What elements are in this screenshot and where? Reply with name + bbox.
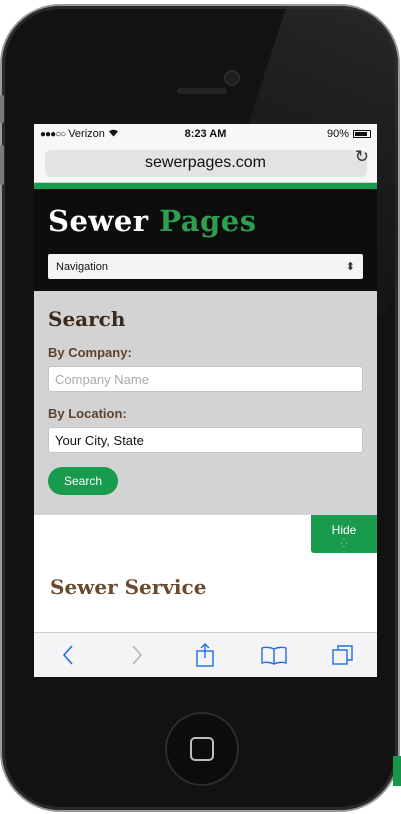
select-arrows-icon: ⬍ [345,261,355,273]
search-panel: Search By Company: Company Name By Locat… [34,291,377,515]
url-field[interactable]: sewerpages.com [44,149,367,177]
earpiece-speaker [177,88,227,94]
battery-info: 90% [327,128,371,140]
share-icon[interactable] [190,640,220,670]
mute-switch [0,95,4,123]
browser-toolbar [34,632,377,677]
battery-percent: 90% [326,128,349,140]
browser-address-bar: sewerpages.com ↻ [34,144,377,183]
bookmarks-icon[interactable] [259,640,289,670]
hide-button[interactable]: Hide ⁛ [311,515,377,553]
status-bar: ●●●○○ Verizon 8:23 AM 90% [34,124,377,144]
site-header: Sewer Pages Navigation ⬍ [34,189,377,291]
reload-icon[interactable]: ↻ [355,147,369,167]
carrier-name: Verizon [68,128,105,140]
home-square-icon [190,737,214,761]
hide-label: Hide [331,523,357,537]
forward-icon[interactable] [122,640,152,670]
company-placeholder: Company Name [55,371,149,387]
battery-icon [353,130,371,138]
url-text: sewerpages.com [145,154,266,171]
signal-dots: ●●●○○ [40,128,66,140]
location-input[interactable]: Your City, State [48,427,363,453]
navigation-select[interactable]: Navigation ⬍ [48,254,363,279]
site-logo[interactable]: Sewer Pages [48,207,363,236]
front-camera [226,72,238,84]
volume-up-button [0,145,4,185]
location-label: By Location: [48,406,127,421]
tabs-icon[interactable] [328,640,358,670]
grip-icon: ⁛ [340,539,348,548]
search-heading: Search [48,307,126,331]
location-value: Your City, State [55,432,144,448]
search-button[interactable]: Search [48,467,119,495]
section-heading: Sewer Service [50,575,207,599]
company-label: By Company: [48,345,132,360]
logo-sewer: Sewer [48,204,149,238]
wifi-icon [108,128,119,140]
company-name-input[interactable]: Company Name [48,366,363,392]
home-button[interactable] [167,714,237,784]
carrier-info: ●●●○○ Verizon [40,128,119,140]
phone-screen: ●●●○○ Verizon 8:23 AM 90% sewerpages.com… [34,124,377,677]
logo-pages: Pages [159,204,257,238]
background-green-accent [393,756,401,786]
navigation-select-value: Navigation [56,260,108,273]
back-icon[interactable] [53,640,83,670]
